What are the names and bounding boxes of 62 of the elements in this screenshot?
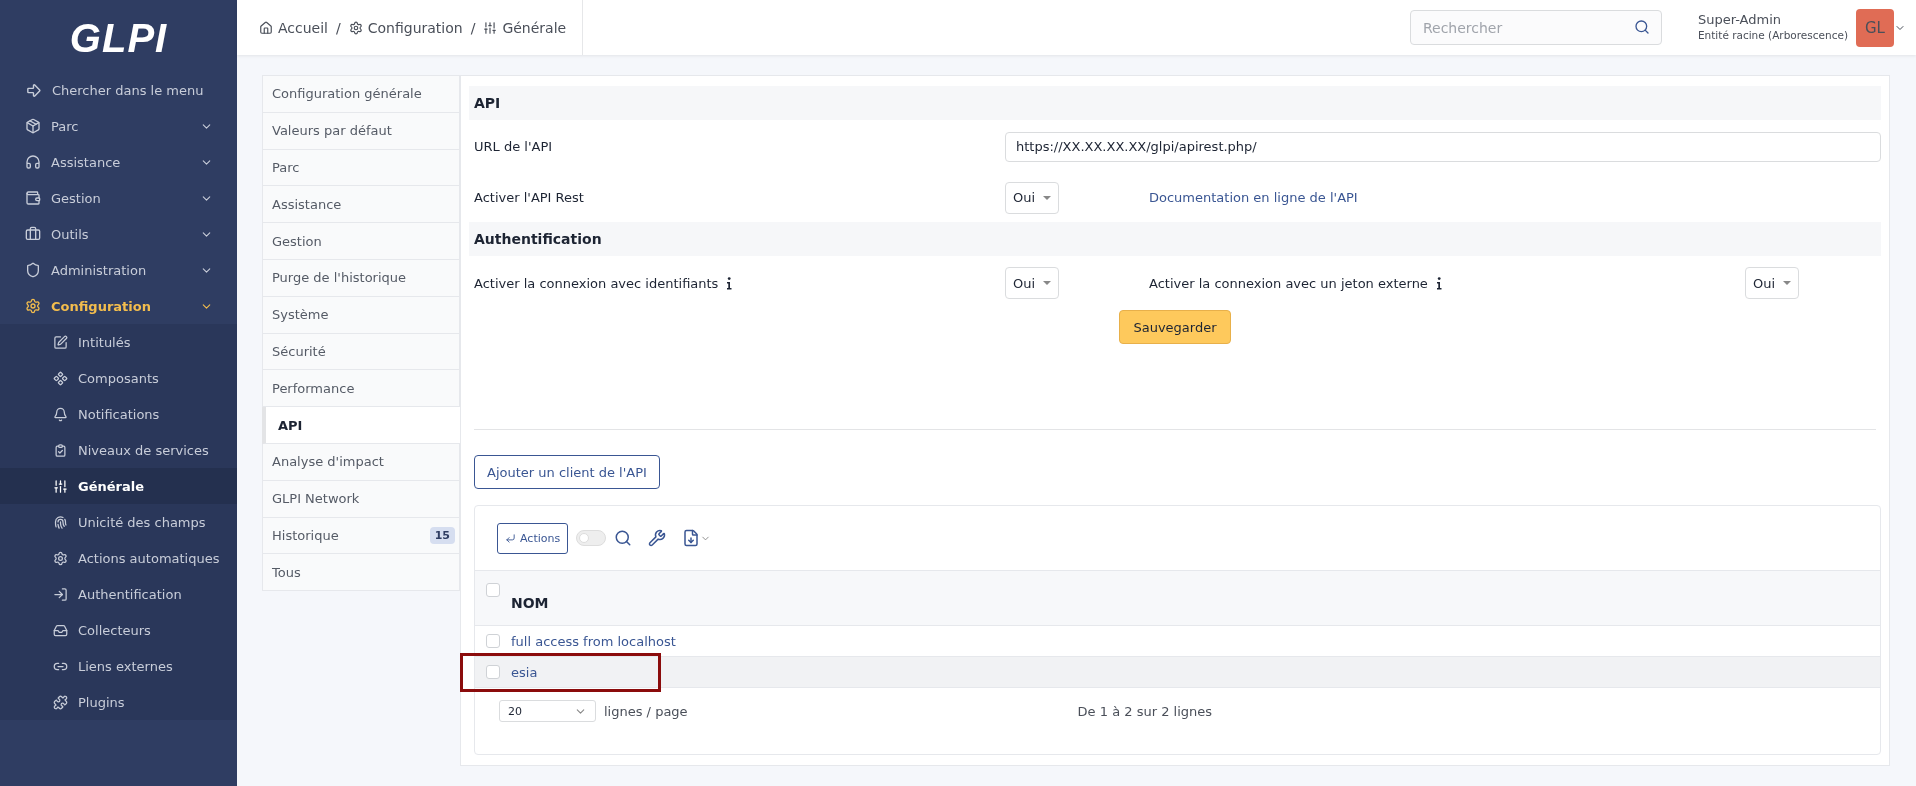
tab[interactable]: Historique 15 (262, 517, 460, 555)
menu-item[interactable]: Assistance (0, 144, 237, 180)
tab[interactable]: Assistance (262, 186, 460, 224)
breadcrumb-link[interactable]: Configuration (348, 19, 463, 36)
menu-item[interactable]: Outils (0, 216, 237, 252)
menu-item[interactable]: Parc (0, 108, 237, 144)
tab[interactable]: Performance (262, 370, 460, 408)
save-button[interactable]: Sauvegarder (1119, 310, 1231, 344)
entity-name[interactable]: Entité racine (Arborescence) (1697, 29, 1848, 43)
tab[interactable]: Parc (262, 149, 460, 187)
search-field[interactable]: Rechercher (1409, 10, 1662, 45)
client-link[interactable]: full access from localhost (511, 633, 676, 649)
submenu-item[interactable]: Générale (0, 468, 237, 504)
documentation-link[interactable]: Documentation en ligne de l'API (1149, 190, 1745, 205)
field-label: Activer la connexion avec un jeton externe (1149, 275, 1428, 291)
submenu-item[interactable]: Authentification (0, 576, 237, 612)
tab[interactable]: Configuration générale (262, 76, 460, 113)
column-header[interactable]: NOM (511, 595, 549, 611)
url-input[interactable]: https://XX.XX.XX.XX/glpi/apirest.php/ (1005, 131, 1881, 162)
tab[interactable]: Valeurs par défaut (262, 112, 460, 150)
submenu-item[interactable]: Liens externes (0, 648, 237, 684)
select-field[interactable]: Oui (1005, 181, 1059, 214)
breadcrumb-separator: / (470, 19, 476, 36)
menu-item[interactable]: Gestion (0, 180, 237, 216)
page-size-label: lignes / page (604, 703, 688, 719)
submenu-item[interactable]: Intitulés (0, 324, 237, 360)
tab[interactable]: Sécurité (262, 333, 460, 371)
submenu-item[interactable]: Collecteurs (0, 612, 237, 648)
user-name[interactable]: Super-Admin (1697, 12, 1848, 30)
add-client-button[interactable]: Ajouter un client de l'API (474, 455, 660, 489)
select-field[interactable]: Oui (1745, 267, 1799, 299)
tab[interactable]: GLPI Network (262, 480, 460, 518)
field-label: URL de l'API (473, 139, 554, 154)
client-link[interactable]: esia (511, 664, 538, 680)
actions-button[interactable]: Actions (497, 522, 569, 554)
submenu-item[interactable]: Niveaux de services (0, 432, 237, 468)
submenu-item[interactable]: Actions automatiques (0, 540, 237, 576)
section-header: Authentification (469, 222, 1881, 256)
tab[interactable]: API (262, 407, 460, 444)
breadcrumb-separator: / (336, 19, 341, 36)
menu-search-item[interactable]: Chercher dans le menu (0, 72, 237, 108)
pagination-summary: De 1 à 2 sur 2 lignes (1077, 703, 1213, 719)
select-field[interactable]: Oui (1005, 267, 1059, 299)
submenu-item[interactable]: Notifications (0, 396, 237, 432)
field-label: Activer la connexion avec identifiants (474, 275, 719, 291)
tab[interactable]: Purge de l'historique (262, 260, 460, 297)
tab[interactable]: Tous (262, 554, 460, 592)
field-label: Activer l'API Rest (473, 190, 585, 205)
tab[interactable]: Gestion (262, 223, 460, 260)
submenu-item[interactable]: Unicité des champs (0, 504, 237, 540)
submenu-item[interactable]: Plugins (0, 684, 237, 720)
section-header: API (469, 86, 1881, 120)
logo: GLPI (69, 15, 168, 61)
menu-item[interactable]: Administration (0, 252, 237, 288)
tab[interactable]: Analyse d'impact (262, 443, 460, 481)
page-size-select[interactable]: 20 (499, 700, 596, 722)
count-badge: 15 (429, 526, 455, 544)
breadcrumb-link[interactable]: Accueil (259, 19, 328, 36)
tab[interactable]: Système (262, 296, 460, 334)
submenu-item[interactable]: Composants (0, 360, 237, 396)
menu-item[interactable]: Configuration (0, 288, 237, 324)
breadcrumb-link[interactable]: Générale (483, 19, 567, 36)
